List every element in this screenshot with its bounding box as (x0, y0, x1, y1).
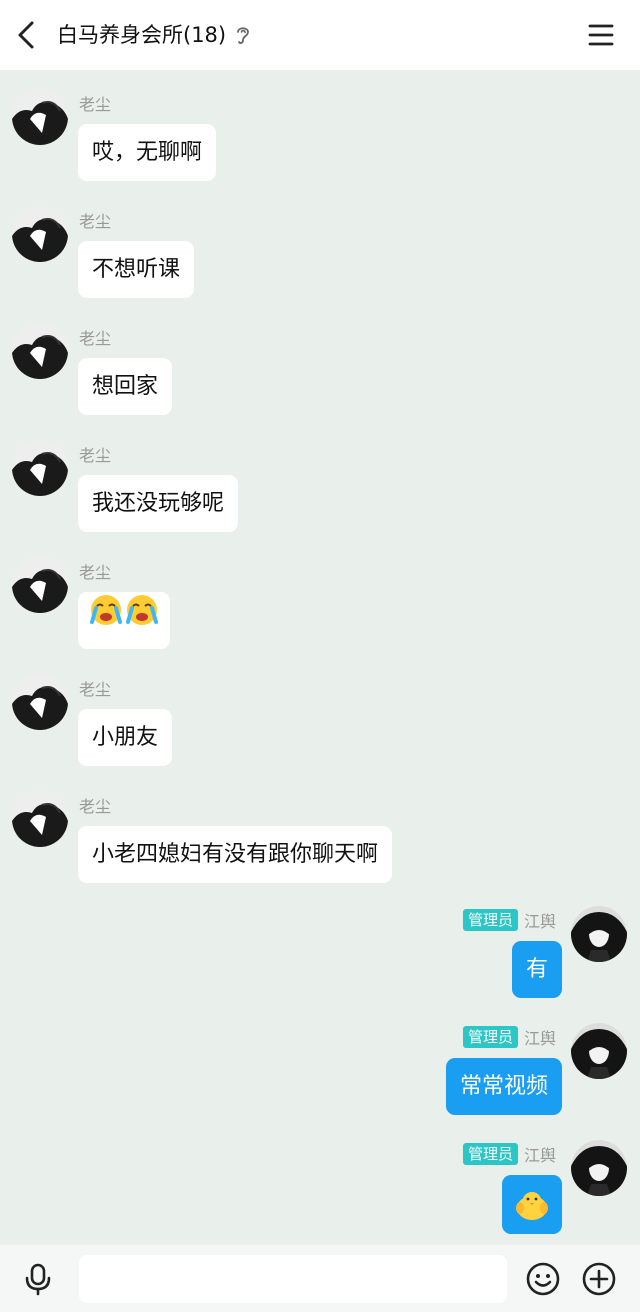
avatar[interactable] (12, 206, 68, 262)
avatar[interactable] (12, 440, 68, 496)
message-bubble[interactable]: 小老四媳妇有没有跟你聊天啊 (78, 826, 393, 883)
avatar[interactable] (12, 89, 68, 145)
sender-name[interactable]: 江舆 (524, 908, 556, 932)
message-row: 老尘 小朋友 (0, 663, 640, 766)
sender-name[interactable]: 老尘 (79, 208, 111, 232)
message-input[interactable] (79, 1255, 507, 1303)
sender-info: 管理员 江舆 (462, 1025, 556, 1049)
sender-info: 管理员 江舆 (462, 908, 556, 932)
message-row: 老尘 不想听课 (0, 195, 640, 298)
message-row: 老尘 (0, 546, 640, 649)
sender-name[interactable]: 江舆 (524, 1142, 556, 1166)
message-bubble[interactable]: 哎，无聊啊 (78, 124, 217, 181)
yellow-chick-sticker-icon (514, 1187, 550, 1244)
microphone-icon[interactable] (20, 1261, 56, 1297)
group-title[interactable]: 白马养身会所(18) (57, 19, 226, 49)
message-bubble[interactable]: 小朋友 (78, 709, 173, 766)
message-bubble[interactable]: 我还没玩够呢 (78, 475, 239, 532)
avatar[interactable] (12, 791, 68, 847)
avatar[interactable] (12, 323, 68, 379)
sender-name[interactable]: 老尘 (79, 442, 111, 466)
message-bubble[interactable]: 不想听课 (78, 241, 195, 298)
message-row: 管理员 江舆 常常视频 (0, 1015, 640, 1115)
message-bubble[interactable]: 有 (511, 941, 562, 998)
chat-header: 白马养身会所(18) (0, 0, 640, 70)
sender-name[interactable]: 老尘 (79, 325, 111, 349)
composer-bar (0, 1245, 640, 1312)
smiley-icon[interactable] (525, 1261, 561, 1297)
sender-name[interactable]: 老尘 (79, 676, 111, 700)
message-row: 管理员 江舆 有 (0, 898, 640, 998)
message-row: 老尘 小老四媳妇有没有跟你聊天啊 (0, 780, 640, 883)
avatar[interactable] (12, 557, 68, 613)
emoji-message-bubble[interactable] (78, 592, 170, 649)
message-bubble[interactable]: 想回家 (78, 358, 173, 415)
admin-badge: 管理员 (462, 1026, 518, 1048)
ear-icon (234, 24, 252, 46)
sender-name[interactable]: 老尘 (79, 793, 111, 817)
message-row: 老尘 我还没玩够呢 (0, 429, 640, 532)
sender-name[interactable]: 老尘 (79, 91, 111, 115)
message-list[interactable]: 老尘 哎，无聊啊 老尘 不想听课 老尘 想回家 老尘 我还没玩够呢 老尘 老尘 … (0, 70, 640, 1245)
message-row: 老尘 哎，无聊啊 (0, 78, 640, 181)
message-bubble[interactable]: 常常视频 (445, 1058, 562, 1115)
avatar[interactable] (571, 1023, 627, 1079)
plus-icon[interactable] (581, 1261, 617, 1297)
message-row: 老尘 想回家 (0, 312, 640, 415)
sender-name[interactable]: 老尘 (79, 559, 111, 583)
loudly-crying-face-icon (88, 592, 124, 650)
loudly-crying-face-icon (124, 592, 160, 650)
avatar[interactable] (12, 674, 68, 730)
sticker-message-bubble[interactable] (502, 1175, 562, 1234)
sender-name[interactable]: 江舆 (524, 1025, 556, 1049)
message-row: 管理员 江舆 (0, 1132, 640, 1234)
menu-icon[interactable] (586, 20, 616, 50)
admin-badge: 管理员 (462, 1143, 518, 1165)
avatar[interactable] (571, 1140, 627, 1196)
admin-badge: 管理员 (462, 909, 518, 931)
sender-info: 管理员 江舆 (462, 1142, 556, 1166)
back-arrow-icon[interactable] (8, 15, 48, 55)
avatar[interactable] (571, 906, 627, 962)
